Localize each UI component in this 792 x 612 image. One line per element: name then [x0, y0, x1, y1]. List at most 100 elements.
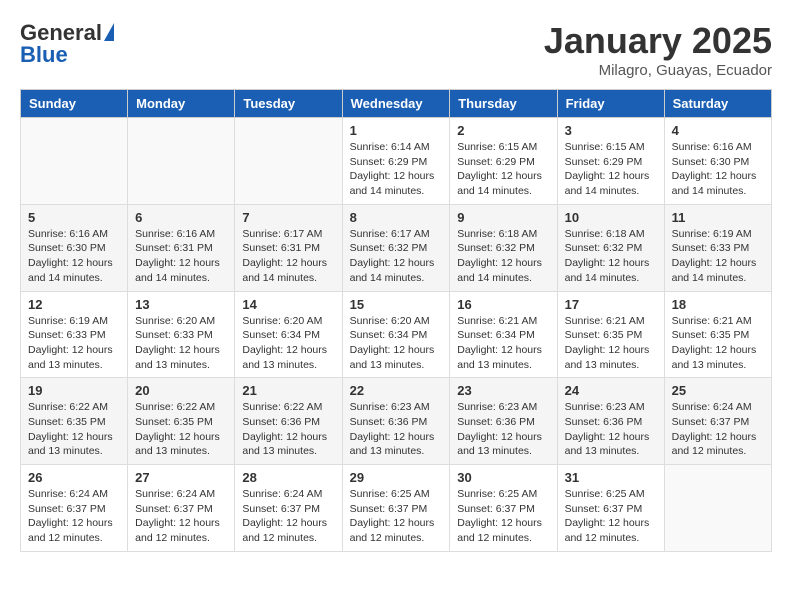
day-number: 4: [672, 123, 764, 138]
calendar-cell: 12 Sunrise: 6:19 AM Sunset: 6:33 PM Dayli…: [21, 291, 128, 378]
calendar-cell: 1 Sunrise: 6:14 AM Sunset: 6:29 PM Daylig…: [342, 118, 450, 205]
calendar-cell: 16 Sunrise: 6:21 AM Sunset: 6:34 PM Dayli…: [450, 291, 557, 378]
calendar-header-row: SundayMondayTuesdayWednesdayThursdayFrid…: [21, 90, 772, 118]
calendar-cell: 18 Sunrise: 6:21 AM Sunset: 6:35 PM Dayli…: [664, 291, 771, 378]
day-info: Sunrise: 6:17 AM Sunset: 6:31 PM Dayligh…: [242, 227, 334, 286]
day-number: 3: [565, 123, 657, 138]
calendar-week-row: 1 Sunrise: 6:14 AM Sunset: 6:29 PM Daylig…: [21, 118, 772, 205]
month-title: January 2025: [544, 20, 772, 62]
day-info: Sunrise: 6:21 AM Sunset: 6:34 PM Dayligh…: [457, 314, 549, 373]
day-number: 19: [28, 383, 120, 398]
day-info: Sunrise: 6:19 AM Sunset: 6:33 PM Dayligh…: [672, 227, 764, 286]
page-header: General Blue January 2025 Milagro, Guaya…: [20, 20, 772, 79]
calendar-cell: 25Sunrise: 6:24 AM Sunset: 6:37 PM Dayli…: [664, 378, 771, 465]
calendar-header-saturday: Saturday: [664, 90, 771, 118]
day-info: Sunrise: 6:21 AM Sunset: 6:35 PM Dayligh…: [565, 314, 657, 373]
calendar-cell: 29 Sunrise: 6:25 AM Sunset: 6:37 PM Dayli…: [342, 465, 450, 552]
day-number: 20: [135, 383, 227, 398]
logo: General Blue: [20, 20, 114, 68]
day-number: 2: [457, 123, 549, 138]
calendar-cell: 26 Sunrise: 6:24 AM Sunset: 6:37 PM Dayli…: [21, 465, 128, 552]
day-info: Sunrise: 6:24 AM Sunset: 6:37 PM Dayligh…: [135, 487, 227, 546]
day-info: Sunrise: 6:22 AM Sunset: 6:35 PM Dayligh…: [28, 400, 120, 459]
day-number: 18: [672, 297, 764, 312]
day-number: 23: [457, 383, 549, 398]
calendar-cell: 9 Sunrise: 6:18 AM Sunset: 6:32 PM Daylig…: [450, 204, 557, 291]
day-info: Sunrise: 6:25 AM Sunset: 6:37 PM Dayligh…: [457, 487, 549, 546]
calendar-header-thursday: Thursday: [450, 90, 557, 118]
logo-blue-text: Blue: [20, 42, 68, 68]
day-number: 8: [350, 210, 443, 225]
day-info: Sunrise: 6:18 AM Sunset: 6:32 PM Dayligh…: [565, 227, 657, 286]
day-number: 29: [350, 470, 443, 485]
day-info: Sunrise: 6:14 AM Sunset: 6:29 PM Dayligh…: [350, 140, 443, 199]
calendar-cell: [128, 118, 235, 205]
day-number: 27: [135, 470, 227, 485]
day-number: 11: [672, 210, 764, 225]
day-info: Sunrise: 6:23 AM Sunset: 6:36 PM Dayligh…: [350, 400, 443, 459]
day-number: 1: [350, 123, 443, 138]
day-number: 7: [242, 210, 334, 225]
calendar-cell: 3 Sunrise: 6:15 AM Sunset: 6:29 PM Daylig…: [557, 118, 664, 205]
day-info: Sunrise: 6:21 AM Sunset: 6:35 PM Dayligh…: [672, 314, 764, 373]
calendar-header-sunday: Sunday: [21, 90, 128, 118]
day-number: 15: [350, 297, 443, 312]
day-info: Sunrise: 6:15 AM Sunset: 6:29 PM Dayligh…: [565, 140, 657, 199]
calendar-cell: 8 Sunrise: 6:17 AM Sunset: 6:32 PM Daylig…: [342, 204, 450, 291]
calendar-week-row: 12 Sunrise: 6:19 AM Sunset: 6:33 PM Dayli…: [21, 291, 772, 378]
calendar-header-monday: Monday: [128, 90, 235, 118]
location-text: Milagro, Guayas, Ecuador: [544, 62, 772, 79]
day-info: Sunrise: 6:16 AM Sunset: 6:30 PM Dayligh…: [28, 227, 120, 286]
day-info: Sunrise: 6:24 AM Sunset: 6:37 PM Dayligh…: [242, 487, 334, 546]
calendar-cell: 6 Sunrise: 6:16 AM Sunset: 6:31 PM Daylig…: [128, 204, 235, 291]
calendar-header-friday: Friday: [557, 90, 664, 118]
calendar-cell: 13 Sunrise: 6:20 AM Sunset: 6:33 PM Dayli…: [128, 291, 235, 378]
day-info: Sunrise: 6:22 AM Sunset: 6:36 PM Dayligh…: [242, 400, 334, 459]
calendar-header-wednesday: Wednesday: [342, 90, 450, 118]
calendar-cell: [664, 465, 771, 552]
day-number: 30: [457, 470, 549, 485]
day-info: Sunrise: 6:25 AM Sunset: 6:37 PM Dayligh…: [565, 487, 657, 546]
calendar-cell: 4Sunrise: 6:16 AM Sunset: 6:30 PM Daylig…: [664, 118, 771, 205]
calendar-cell: 20Sunrise: 6:22 AM Sunset: 6:35 PM Dayli…: [128, 378, 235, 465]
calendar-week-row: 5Sunrise: 6:16 AM Sunset: 6:30 PM Daylig…: [21, 204, 772, 291]
calendar-cell: 15 Sunrise: 6:20 AM Sunset: 6:34 PM Dayli…: [342, 291, 450, 378]
calendar-cell: 21 Sunrise: 6:22 AM Sunset: 6:36 PM Dayli…: [235, 378, 342, 465]
day-number: 28: [242, 470, 334, 485]
day-number: 21: [242, 383, 334, 398]
day-info: Sunrise: 6:25 AM Sunset: 6:37 PM Dayligh…: [350, 487, 443, 546]
day-info: Sunrise: 6:24 AM Sunset: 6:37 PM Dayligh…: [672, 400, 764, 459]
day-info: Sunrise: 6:19 AM Sunset: 6:33 PM Dayligh…: [28, 314, 120, 373]
calendar-cell: 7 Sunrise: 6:17 AM Sunset: 6:31 PM Daylig…: [235, 204, 342, 291]
day-number: 16: [457, 297, 549, 312]
day-info: Sunrise: 6:18 AM Sunset: 6:32 PM Dayligh…: [457, 227, 549, 286]
calendar-cell: 5Sunrise: 6:16 AM Sunset: 6:30 PM Daylig…: [21, 204, 128, 291]
calendar-cell: 14 Sunrise: 6:20 AM Sunset: 6:34 PM Dayli…: [235, 291, 342, 378]
day-number: 13: [135, 297, 227, 312]
calendar-cell: 10 Sunrise: 6:18 AM Sunset: 6:32 PM Dayli…: [557, 204, 664, 291]
day-info: Sunrise: 6:16 AM Sunset: 6:31 PM Dayligh…: [135, 227, 227, 286]
day-info: Sunrise: 6:23 AM Sunset: 6:36 PM Dayligh…: [565, 400, 657, 459]
day-number: 24: [565, 383, 657, 398]
calendar-cell: 22 Sunrise: 6:23 AM Sunset: 6:36 PM Dayli…: [342, 378, 450, 465]
day-number: 6: [135, 210, 227, 225]
day-number: 12: [28, 297, 120, 312]
calendar-cell: 27 Sunrise: 6:24 AM Sunset: 6:37 PM Dayli…: [128, 465, 235, 552]
calendar-cell: 28 Sunrise: 6:24 AM Sunset: 6:37 PM Dayli…: [235, 465, 342, 552]
calendar-cell: [21, 118, 128, 205]
day-number: 9: [457, 210, 549, 225]
day-info: Sunrise: 6:20 AM Sunset: 6:34 PM Dayligh…: [242, 314, 334, 373]
calendar-cell: 2Sunrise: 6:15 AM Sunset: 6:29 PM Daylig…: [450, 118, 557, 205]
day-info: Sunrise: 6:20 AM Sunset: 6:33 PM Dayligh…: [135, 314, 227, 373]
day-info: Sunrise: 6:20 AM Sunset: 6:34 PM Dayligh…: [350, 314, 443, 373]
day-number: 17: [565, 297, 657, 312]
day-number: 26: [28, 470, 120, 485]
day-number: 10: [565, 210, 657, 225]
day-info: Sunrise: 6:24 AM Sunset: 6:37 PM Dayligh…: [28, 487, 120, 546]
day-info: Sunrise: 6:17 AM Sunset: 6:32 PM Dayligh…: [350, 227, 443, 286]
calendar-week-row: 19 Sunrise: 6:22 AM Sunset: 6:35 PM Dayli…: [21, 378, 772, 465]
logo-triangle-icon: [104, 23, 114, 41]
calendar-cell: [235, 118, 342, 205]
day-number: 14: [242, 297, 334, 312]
day-number: 22: [350, 383, 443, 398]
